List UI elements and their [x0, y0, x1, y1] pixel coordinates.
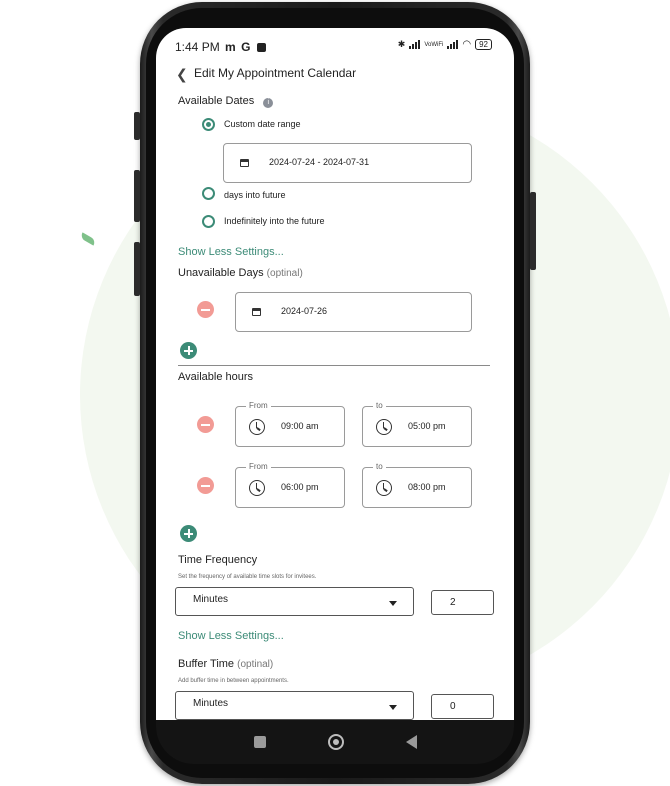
notification-icon: [256, 43, 266, 52]
available-dates-heading: Available Dates i: [178, 95, 274, 108]
buffer-time-heading: Buffer Time (optinal): [178, 658, 274, 670]
recent-apps-icon[interactable]: [253, 736, 266, 748]
time-slot-2-to-value: 08:00 pm: [408, 482, 446, 492]
available-hours-heading: Available hours: [178, 371, 254, 383]
chevron-down-icon: [389, 601, 397, 606]
optional-label: (optinal): [237, 659, 274, 670]
date-range-value: 2024-07-24 - 2024-07-31: [269, 157, 370, 167]
back-icon[interactable]: [405, 735, 417, 749]
add-time-slot-button[interactable]: [180, 525, 197, 542]
vowifi-label: VoWiFi: [424, 41, 444, 48]
remove-time-slot-button[interactable]: [197, 416, 214, 433]
show-less-settings-link[interactable]: Show Less Settings...: [178, 630, 284, 642]
time-frequency-value: 2: [450, 597, 456, 608]
unavailable-days-heading: Unavailable Days (optinal): [178, 267, 303, 279]
clock-icon: [249, 419, 265, 435]
radio-indefinitely-label: Indefinitely into the future: [224, 216, 325, 226]
radio-indefinitely[interactable]: [202, 215, 215, 228]
date-range-field[interactable]: 2024-07-24 - 2024-07-31: [223, 143, 472, 183]
battery-icon: 92: [475, 39, 492, 50]
status-bar-icons: ✱ VoWiFi ◠ 92: [398, 39, 492, 50]
show-less-settings-link[interactable]: Show Less Settings...: [178, 246, 284, 258]
add-unavailable-day-button[interactable]: [180, 342, 197, 359]
optional-label: (optinal): [266, 268, 303, 279]
time-slot-1-from-value: 09:00 am: [281, 421, 319, 431]
calendar-icon: [240, 159, 249, 167]
remove-time-slot-button[interactable]: [197, 477, 214, 494]
phone-volume-down-button: [134, 242, 140, 296]
status-bar-time: 1:44 PM m G: [175, 40, 266, 54]
time-slot-2-from[interactable]: From 06:00 pm: [235, 462, 345, 508]
clock-icon: [376, 480, 392, 496]
page-title: Edit My Appointment Calendar: [194, 66, 357, 80]
unavailable-day-value: 2024-07-26: [281, 306, 328, 316]
to-label: to: [373, 462, 386, 471]
bluetooth-icon: ✱: [397, 39, 406, 49]
buffer-time-value-input[interactable]: 0: [431, 694, 494, 719]
from-label: From: [246, 401, 271, 410]
buffer-time-unit-select[interactable]: Minutes: [175, 691, 414, 720]
back-arrow-icon[interactable]: ❮: [176, 67, 188, 83]
radio-custom-date-range-label: Custom date range: [224, 119, 301, 129]
clock-icon: [249, 480, 265, 496]
remove-unavailable-day-button[interactable]: [197, 301, 214, 318]
radio-days-into-future[interactable]: [202, 187, 215, 200]
phone-power-button: [530, 192, 536, 270]
calendar-icon: [252, 308, 261, 316]
clock-icon: [376, 419, 392, 435]
g-icon: G: [241, 40, 251, 54]
time-slot-2-to[interactable]: to 08:00 pm: [362, 462, 472, 508]
home-icon[interactable]: [327, 734, 344, 750]
phone-volume-up-button: [134, 170, 140, 222]
chevron-down-icon: [389, 705, 397, 710]
time-frequency-unit-value: Minutes: [193, 594, 229, 605]
leaf-decoration: [79, 232, 97, 246]
m-icon: m: [225, 40, 236, 54]
signal-icon-2: [447, 40, 459, 49]
time-frequency-unit-select[interactable]: Minutes: [175, 587, 414, 616]
signal-icon: [409, 40, 421, 49]
time-slot-2-from-value: 06:00 pm: [281, 482, 319, 492]
time-frequency-helper: Set the frequency of available time slot…: [178, 574, 317, 580]
wifi-icon: ◠: [462, 39, 472, 50]
android-nav-bar: [156, 720, 514, 764]
unavailable-day-field[interactable]: 2024-07-26: [235, 292, 472, 332]
phone-side-button: [134, 112, 140, 140]
time-slot-1-to-value: 05:00 pm: [408, 421, 446, 431]
radio-custom-date-range[interactable]: [202, 118, 215, 131]
info-icon[interactable]: i: [263, 98, 274, 108]
section-divider: [178, 365, 490, 366]
time-slot-1-to[interactable]: to 05:00 pm: [362, 401, 472, 447]
buffer-time-value: 0: [450, 701, 456, 712]
to-label: to: [373, 401, 386, 410]
buffer-time-unit-value: Minutes: [193, 698, 229, 709]
buffer-time-helper: Add buffer time in between appointments.: [178, 678, 289, 684]
radio-days-into-future-label: days into future: [224, 190, 286, 200]
time-slot-1-from[interactable]: From 09:00 am: [235, 401, 345, 447]
time-frequency-heading: Time Frequency: [178, 554, 258, 566]
from-label: From: [246, 462, 271, 471]
app-screen: 1:44 PM m G ✱ VoWiFi ◠ 92 ❮ Edit My Appo…: [156, 28, 514, 720]
time-frequency-value-input[interactable]: 2: [431, 590, 494, 615]
